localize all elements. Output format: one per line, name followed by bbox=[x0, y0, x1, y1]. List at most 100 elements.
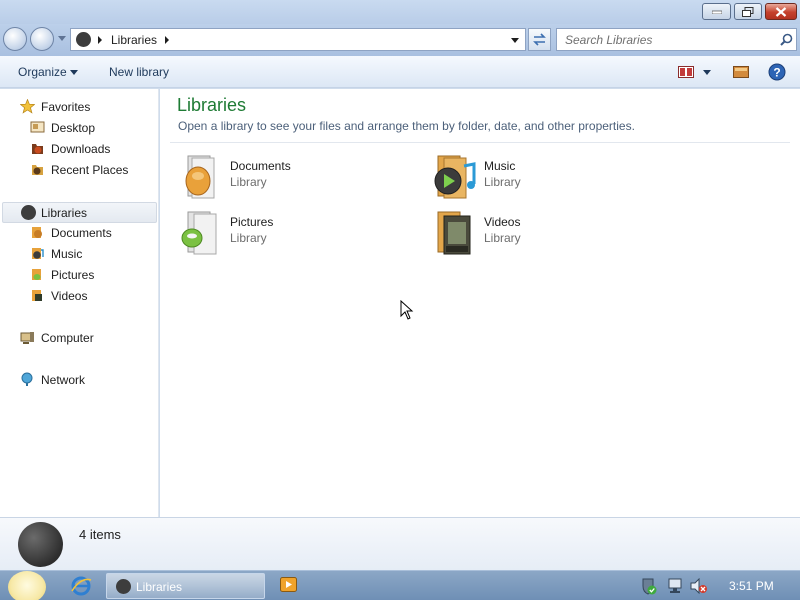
breadcrumb-arrow-icon[interactable] bbox=[98, 36, 102, 44]
nav-computer[interactable]: Computer bbox=[0, 328, 158, 348]
taskbar-item-libraries[interactable]: Libraries bbox=[106, 573, 265, 599]
nav-music[interactable]: Music bbox=[0, 244, 158, 264]
breadcrumb-libraries[interactable]: Libraries bbox=[111, 33, 157, 47]
library-name: Pictures bbox=[230, 215, 274, 229]
library-type: Library bbox=[484, 231, 521, 245]
nav-pictures-label: Pictures bbox=[51, 268, 95, 282]
address-row: Libraries bbox=[0, 24, 800, 56]
mouse-cursor-icon bbox=[400, 300, 414, 320]
nav-downloads[interactable]: Downloads bbox=[0, 139, 158, 159]
nav-network-label: Network bbox=[41, 373, 86, 387]
taskbar: Libraries 3:51 PM bbox=[0, 570, 800, 600]
search-box[interactable] bbox=[556, 28, 797, 51]
address-bar[interactable]: Libraries bbox=[70, 28, 526, 51]
library-tile-music[interactable]: Music Library bbox=[434, 154, 654, 202]
action-center-icon[interactable] bbox=[640, 578, 658, 595]
nav-documents[interactable]: Documents bbox=[0, 223, 158, 243]
nav-recent-places[interactable]: Recent Places bbox=[0, 160, 158, 180]
nav-downloads-label: Downloads bbox=[51, 142, 111, 156]
libraries-icon bbox=[21, 205, 36, 220]
library-type: Library bbox=[230, 175, 267, 189]
library-tile-documents[interactable]: Documents Library bbox=[180, 154, 400, 202]
videos-library-icon bbox=[437, 211, 471, 255]
new-library-button[interactable]: New library bbox=[109, 65, 169, 79]
pictures-icon bbox=[32, 269, 41, 280]
command-bar: Organize New library ? bbox=[0, 56, 800, 88]
forward-button[interactable] bbox=[30, 27, 54, 51]
minimize-button[interactable] bbox=[702, 3, 731, 20]
item-count: 4 items bbox=[79, 527, 121, 542]
content-pane: Libraries Open a library to see your fil… bbox=[160, 89, 800, 517]
svg-text:?: ? bbox=[773, 66, 780, 80]
search-input[interactable] bbox=[565, 32, 765, 47]
nav-desktop[interactable]: Desktop bbox=[0, 118, 158, 138]
organize-dropdown-icon[interactable] bbox=[70, 70, 78, 75]
library-tile-videos[interactable]: Videos Library bbox=[434, 210, 654, 258]
library-type: Library bbox=[484, 175, 521, 189]
nav-music-label: Music bbox=[51, 247, 83, 261]
refresh-button[interactable] bbox=[528, 28, 551, 51]
videos-icon bbox=[32, 290, 42, 301]
pictures-library-icon bbox=[181, 211, 217, 255]
downloads-icon bbox=[32, 144, 43, 154]
navigation-pane: Favorites Desktop Downloads Recent Place… bbox=[0, 89, 159, 517]
recent-pages-arrow-icon[interactable] bbox=[58, 36, 66, 42]
breadcrumb-arrow-icon[interactable] bbox=[165, 36, 169, 44]
nav-network[interactable]: Network bbox=[0, 370, 158, 390]
organize-button[interactable]: Organize bbox=[18, 65, 67, 79]
desktop-icon bbox=[30, 121, 45, 133]
computer-icon bbox=[20, 332, 34, 344]
volume-muted-icon[interactable] bbox=[690, 578, 708, 594]
restore-icon bbox=[742, 6, 754, 17]
libraries-icon bbox=[76, 32, 91, 47]
nav-documents-label: Documents bbox=[51, 226, 112, 240]
music-icon bbox=[32, 248, 44, 259]
star-icon bbox=[20, 99, 35, 114]
close-button[interactable] bbox=[765, 3, 797, 20]
taskbar-item-label: Libraries bbox=[136, 580, 183, 594]
nav-libraries[interactable]: Libraries bbox=[2, 202, 157, 223]
back-button[interactable] bbox=[3, 27, 27, 51]
media-player-icon[interactable] bbox=[280, 577, 298, 593]
library-name: Music bbox=[484, 159, 516, 173]
library-tile-pictures[interactable]: Pictures Library bbox=[180, 210, 400, 258]
change-view-icon[interactable] bbox=[678, 66, 694, 78]
start-button[interactable] bbox=[8, 571, 46, 600]
page-subtitle: Open a library to see your files and arr… bbox=[178, 119, 635, 133]
refresh-icon bbox=[533, 33, 546, 46]
nav-videos-label: Videos bbox=[51, 289, 88, 303]
restore-button[interactable] bbox=[734, 3, 762, 20]
libraries-icon bbox=[116, 579, 131, 594]
nav-desktop-label: Desktop bbox=[51, 121, 96, 135]
title-bar bbox=[0, 0, 800, 24]
library-name: Videos bbox=[484, 215, 521, 229]
internet-explorer-icon[interactable] bbox=[70, 575, 92, 597]
libraries-large-icon bbox=[18, 522, 63, 567]
minimize-icon bbox=[711, 10, 722, 14]
help-icon[interactable]: ? bbox=[768, 63, 786, 81]
network-icon bbox=[21, 372, 33, 386]
view-dropdown-icon[interactable] bbox=[703, 70, 711, 75]
preview-pane-icon[interactable] bbox=[733, 66, 749, 78]
music-library-icon bbox=[434, 155, 476, 199]
documents-library-icon bbox=[185, 155, 215, 199]
nav-favorites-label: Favorites bbox=[41, 100, 91, 114]
recent-places-icon bbox=[32, 165, 43, 175]
page-title: Libraries bbox=[177, 95, 247, 115]
divider bbox=[170, 142, 790, 143]
library-type: Library bbox=[230, 231, 267, 245]
nav-videos[interactable]: Videos bbox=[0, 286, 158, 306]
documents-icon bbox=[32, 227, 42, 238]
nav-recent-places-label: Recent Places bbox=[51, 163, 129, 177]
nav-computer-label: Computer bbox=[41, 331, 94, 345]
network-tray-icon[interactable] bbox=[667, 578, 685, 594]
library-name: Documents bbox=[230, 159, 291, 173]
nav-pictures[interactable]: Pictures bbox=[0, 265, 158, 285]
close-icon bbox=[775, 6, 787, 17]
nav-libraries-label: Libraries bbox=[41, 206, 88, 220]
details-pane: 4 items bbox=[0, 517, 800, 570]
clock[interactable]: 3:51 PM bbox=[729, 579, 774, 593]
nav-favorites[interactable]: Favorites bbox=[0, 97, 158, 117]
address-dropdown-icon[interactable] bbox=[511, 38, 519, 43]
search-icon[interactable] bbox=[780, 33, 793, 46]
